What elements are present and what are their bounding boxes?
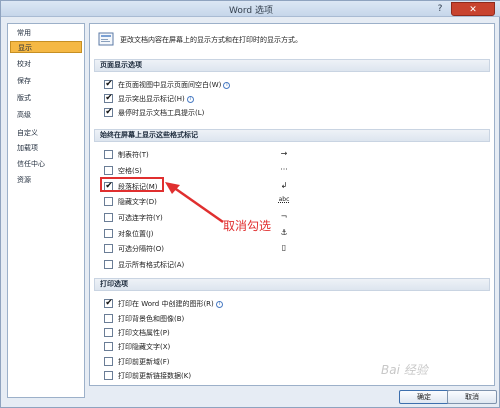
option-label: 可选连字符(Y)	[118, 214, 163, 222]
watermark: Bai 经验	[381, 363, 428, 377]
checkbox[interactable]	[104, 197, 113, 206]
anchor-icon: ⚓	[280, 228, 288, 237]
option-show-highlighter[interactable]: ✔ 显示突出显示标记(H) i	[104, 93, 434, 105]
option-hidden-text[interactable]: 隐藏文字(D) abc	[104, 196, 434, 208]
banner-text: 更改文档内容在屏幕上的显示方式和在打印时的显示方式。	[120, 36, 302, 44]
sidebar-item-proofing[interactable]: 校对	[10, 58, 82, 70]
checkbox[interactable]	[104, 328, 113, 337]
checkbox[interactable]	[104, 357, 113, 366]
option-print-drawings[interactable]: ✔ 打印在 Word 中创建的图形(R) i	[104, 298, 434, 310]
callout-arrow-icon	[165, 182, 224, 224]
checkmark-icon: ✔	[105, 79, 113, 89]
checkbox[interactable]: ✔	[104, 93, 113, 103]
checkbox[interactable]: ✔	[104, 79, 113, 89]
option-optional-breaks[interactable]: 可选分隔符(O) ▯	[104, 243, 434, 255]
sidebar-item-save[interactable]: 保存	[10, 75, 82, 87]
option-label: 打印文档属性(P)	[118, 329, 170, 337]
sidebar-item-general[interactable]: 常用	[10, 27, 82, 39]
optional-break-icon: ▯	[281, 243, 287, 252]
section-format-marks: 始终在屏幕上显示这些格式标记	[94, 129, 490, 142]
section-print: 打印选项	[94, 278, 490, 291]
sidebar-item-layout[interactable]: 版式	[10, 92, 82, 104]
checkbox[interactable]	[104, 342, 113, 351]
annotation-text: 取消勾选	[223, 219, 272, 233]
tab-mark-icon: →	[280, 149, 288, 158]
option-label: 打印隐藏文字(X)	[118, 343, 171, 351]
option-label: 空格(S)	[118, 167, 142, 175]
highlight-box	[100, 177, 164, 192]
display-settings-icon	[98, 32, 114, 46]
sidebar-item-addins[interactable]: 加载项	[10, 142, 82, 154]
help-button[interactable]: ?	[433, 2, 447, 16]
option-label: 对象位置(J)	[118, 230, 154, 238]
ok-button[interactable]: 确定	[399, 390, 449, 404]
option-show-whitespace[interactable]: ✔ 在页面视图中显示页面间空白(W) i	[104, 79, 434, 91]
checkmark-icon: ✔	[105, 107, 113, 117]
options-content: 更改文档内容在屏幕上的显示方式和在打印时的显示方式。 页面显示选项 ✔ 在页面视…	[89, 23, 495, 386]
checkbox[interactable]	[104, 371, 113, 380]
option-print-background[interactable]: 打印背景色和图像(B)	[104, 313, 434, 325]
option-label: 打印前更新链接数据(K)	[118, 372, 192, 380]
option-spaces[interactable]: 空格(S) ···	[104, 165, 434, 177]
checkbox[interactable]	[104, 229, 113, 238]
checkbox[interactable]	[104, 314, 113, 323]
info-icon: i	[215, 300, 223, 308]
checkbox[interactable]: ✔	[104, 298, 113, 308]
info-icon: i	[186, 95, 194, 103]
option-tab-characters[interactable]: 制表符(T) →	[104, 149, 434, 161]
checkbox[interactable]	[104, 260, 113, 269]
title-bar: Word 选项 ? ✕	[1, 1, 500, 17]
sidebar-item-advanced[interactable]: 高级	[10, 109, 82, 121]
close-button[interactable]: ✕	[451, 2, 495, 16]
word-options-dialog: Word 选项 ? ✕ 常用 显示 校对 保存 版式 高级 自定义 加载项 信任…	[0, 0, 500, 408]
option-label: 打印在 Word 中创建的图形(R)	[118, 300, 214, 308]
checkbox[interactable]: ✔	[104, 107, 113, 117]
checkmark-icon: ✔	[105, 298, 113, 308]
sidebar-item-display[interactable]: 显示	[10, 41, 82, 53]
option-label: 显示突出显示标记(H)	[118, 95, 185, 103]
option-label: 打印背景色和图像(B)	[118, 315, 185, 323]
checkbox[interactable]	[104, 150, 113, 159]
section-page-display: 页面显示选项	[94, 59, 490, 72]
option-label: 可选分隔符(O)	[118, 245, 164, 253]
sidebar-item-trust-center[interactable]: 信任中心	[10, 158, 82, 170]
option-print-hidden-text[interactable]: 打印隐藏文字(X)	[104, 341, 434, 353]
checkbox[interactable]	[104, 166, 113, 175]
info-icon: i	[223, 81, 231, 89]
option-label: 隐藏文字(D)	[118, 198, 157, 206]
option-label: 显示所有格式标记(A)	[118, 261, 185, 269]
sidebar-item-resources[interactable]: 资源	[10, 174, 82, 186]
hidden-text-mark-icon: abc	[278, 196, 290, 203]
option-document-tooltips[interactable]: ✔ 悬停时显示文档工具提示(L)	[104, 107, 434, 119]
option-label: 制表符(T)	[118, 151, 149, 159]
option-label: 悬停时显示文档工具提示(L)	[118, 109, 205, 117]
hyphen-mark-icon: ¬	[280, 212, 288, 221]
display-banner: 更改文档内容在屏幕上的显示方式和在打印时的显示方式。	[90, 24, 494, 54]
options-sidebar: 常用 显示 校对 保存 版式 高级 自定义 加载项 信任中心 资源	[7, 23, 85, 398]
option-label: 打印前更新域(F)	[118, 358, 170, 366]
cancel-button[interactable]: 取消	[447, 390, 497, 404]
checkbox[interactable]	[104, 244, 113, 253]
paragraph-mark-icon: ↲	[280, 181, 288, 190]
option-show-all-marks[interactable]: 显示所有格式标记(A)	[104, 259, 434, 271]
option-print-properties[interactable]: 打印文档属性(P)	[104, 327, 434, 339]
sidebar-item-customize[interactable]: 自定义	[10, 127, 82, 139]
checkmark-icon: ✔	[105, 93, 113, 103]
option-label: 在页面视图中显示页面间空白(W)	[118, 81, 222, 89]
space-mark-icon: ···	[280, 165, 288, 174]
checkbox[interactable]	[104, 213, 113, 222]
dialog-title: Word 选项	[229, 6, 273, 16]
